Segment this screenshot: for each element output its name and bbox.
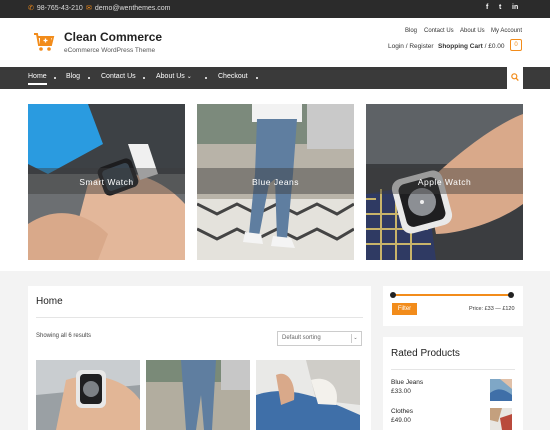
nav-separator <box>205 77 207 79</box>
filter-button[interactable]: Filter <box>392 303 417 315</box>
sort-select-value: Default sorting <box>282 335 321 341</box>
chevron-down-icon: ⌄ <box>351 334 359 343</box>
top-bar: ✆ 98-765-43-210 ✉ demo@wenthemes.com f t… <box>0 0 550 18</box>
nav-item-contact[interactable]: Contact Us <box>101 73 136 80</box>
linkedin-icon[interactable]: in <box>512 4 518 11</box>
main-nav: Home Blog Contact Us About Us ⌄ Checkout <box>0 67 550 89</box>
tile-label: Smart Watch <box>79 177 134 187</box>
login-register-link[interactable]: Login / Register <box>388 43 434 50</box>
product-card[interactable] <box>256 360 360 430</box>
search-icon <box>511 73 519 82</box>
tile-label: Apple Watch <box>417 177 472 187</box>
site-header: Clean Commerce eCommerce WordPress Theme… <box>0 18 550 67</box>
nav-item-blog[interactable]: Blog <box>66 73 80 80</box>
header-link-blog[interactable]: Blog <box>405 28 417 34</box>
email-address: demo@wenthemes.com <box>94 5 171 12</box>
rated-product-image <box>490 379 512 401</box>
twitter-icon[interactable]: t <box>499 4 501 11</box>
price-slider-max-handle[interactable] <box>508 292 514 298</box>
nav-item-about-label: About Us <box>156 73 185 80</box>
rated-product-image <box>490 408 512 430</box>
nav-item-home[interactable]: Home <box>28 73 47 85</box>
divider <box>36 317 363 318</box>
search-button[interactable] <box>507 67 523 89</box>
result-count: Showing all 6 results <box>36 333 92 339</box>
price-filter-widget: Filter Price: £33 — £120 <box>383 286 523 326</box>
main-content: Home Showing all 6 results Default sorti… <box>28 286 371 430</box>
phone-icon: ✆ <box>28 5 34 12</box>
product-card[interactable] <box>36 360 140 430</box>
header-link-contact[interactable]: Contact Us <box>424 28 454 34</box>
cart-label: Shopping Cart <box>438 43 483 50</box>
rated-product-thumb[interactable] <box>490 379 512 401</box>
facebook-icon[interactable]: f <box>486 4 488 11</box>
cart-count: 0 <box>514 42 518 48</box>
page-title: Home <box>36 296 63 307</box>
featured-tile-blue-jeans[interactable]: Blue Jeans <box>197 104 354 260</box>
price-slider-range <box>393 294 511 296</box>
nav-separator <box>256 77 258 79</box>
nav-separator <box>54 77 56 79</box>
nav-item-about[interactable]: About Us ⌄ <box>156 73 192 80</box>
sort-select[interactable]: Default sorting ⌄ <box>277 331 362 346</box>
chevron-down-icon: ⌄ <box>186 74 192 80</box>
cart-logo-icon[interactable] <box>33 31 55 53</box>
rated-product-name[interactable]: Clothes <box>391 408 413 415</box>
featured-tile-smart-watch[interactable]: Smart Watch <box>28 104 185 260</box>
price-slider[interactable] <box>390 292 514 298</box>
phone-number: 98-765-43-210 <box>36 5 83 12</box>
nav-item-checkout[interactable]: Checkout <box>218 73 248 80</box>
rated-product-item[interactable]: Clothes £49.00 <box>391 408 413 424</box>
product-image-jeans <box>146 360 250 430</box>
site-title[interactable]: Clean Commerce <box>64 30 162 44</box>
cart-total: / £0.00 <box>484 43 505 50</box>
rated-product-item[interactable]: Blue Jeans £33.00 <box>391 379 423 395</box>
site-tagline: eCommerce WordPress Theme <box>64 47 156 54</box>
header-link-account[interactable]: My Account <box>491 28 522 34</box>
tile-label: Blue Jeans <box>251 177 300 187</box>
cart-summary[interactable]: Shopping Cart / £0.00 <box>438 43 504 50</box>
nav-separator <box>88 77 90 79</box>
rated-product-name[interactable]: Blue Jeans <box>391 379 423 386</box>
price-slider-min-handle[interactable] <box>390 292 396 298</box>
rated-product-price: £49.00 <box>391 417 411 424</box>
header-link-about[interactable]: About Us <box>460 28 485 34</box>
product-image-clothes <box>256 360 360 430</box>
rated-products-widget: Rated Products Blue Jeans £33.00 Clothes… <box>383 337 523 430</box>
nav-separator <box>143 77 145 79</box>
cart-icon[interactable]: 0 <box>510 39 522 51</box>
rated-product-thumb[interactable] <box>490 408 512 430</box>
product-image-watch <box>36 360 140 430</box>
featured-tile-apple-watch[interactable]: Apple Watch <box>366 104 523 260</box>
rated-product-price: £33.00 <box>391 388 411 395</box>
phone-contact[interactable]: ✆ 98-765-43-210 <box>28 5 83 12</box>
price-range-label: Price: £33 — £120 <box>469 306 515 312</box>
widget-title: Rated Products <box>391 348 460 359</box>
envelope-icon: ✉ <box>86 5 92 12</box>
divider <box>391 369 515 370</box>
product-card[interactable] <box>146 360 250 430</box>
email-contact[interactable]: ✉ demo@wenthemes.com <box>86 5 170 12</box>
